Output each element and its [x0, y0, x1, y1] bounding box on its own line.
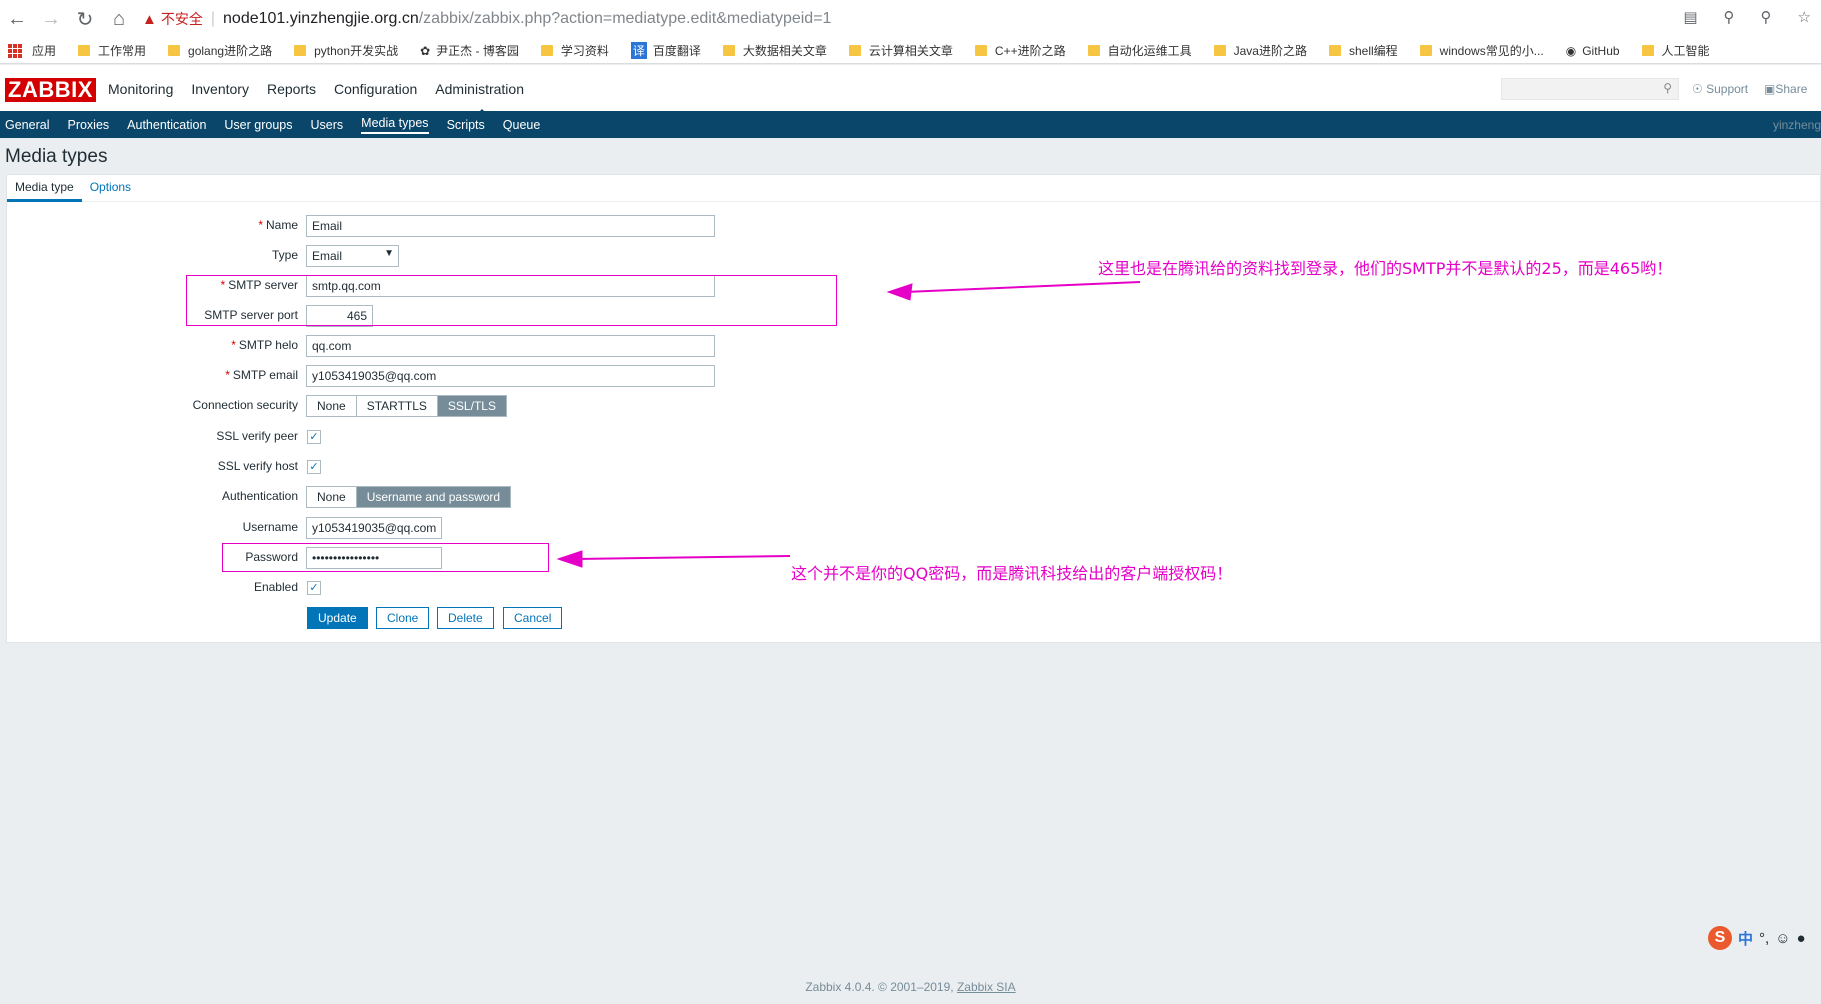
- password-annotation: 这个并不是你的QQ密码，而是腾讯科技给出的客户端授权码！: [791, 564, 1233, 583]
- mic-icon[interactable]: ●: [1797, 930, 1806, 947]
- smtp-annotation: 这里也是在腾讯给的资料找到登录，他们的SMTP并不是默认的25，而是465哟！: [1098, 259, 1673, 278]
- ime-toolbar[interactable]: S 中 °, ☺ ●: [1708, 926, 1806, 950]
- smtp-arrowhead: [886, 283, 913, 301]
- emoji-icon[interactable]: ☺: [1775, 930, 1790, 947]
- password-arrowhead: [556, 550, 583, 568]
- punctuation-icon[interactable]: °,: [1759, 930, 1769, 947]
- footer: Zabbix 4.0.4. © 2001–2019, Zabbix SIA: [805, 980, 1016, 994]
- smtp-arrow-line: [904, 281, 1141, 293]
- ime-mode[interactable]: 中: [1738, 928, 1753, 949]
- sogou-icon[interactable]: S: [1708, 926, 1732, 950]
- zabbix-sia-link[interactable]: Zabbix SIA: [957, 980, 1016, 994]
- password-arrow-line: [575, 555, 791, 560]
- annotation-arrows: [556, 281, 1141, 568]
